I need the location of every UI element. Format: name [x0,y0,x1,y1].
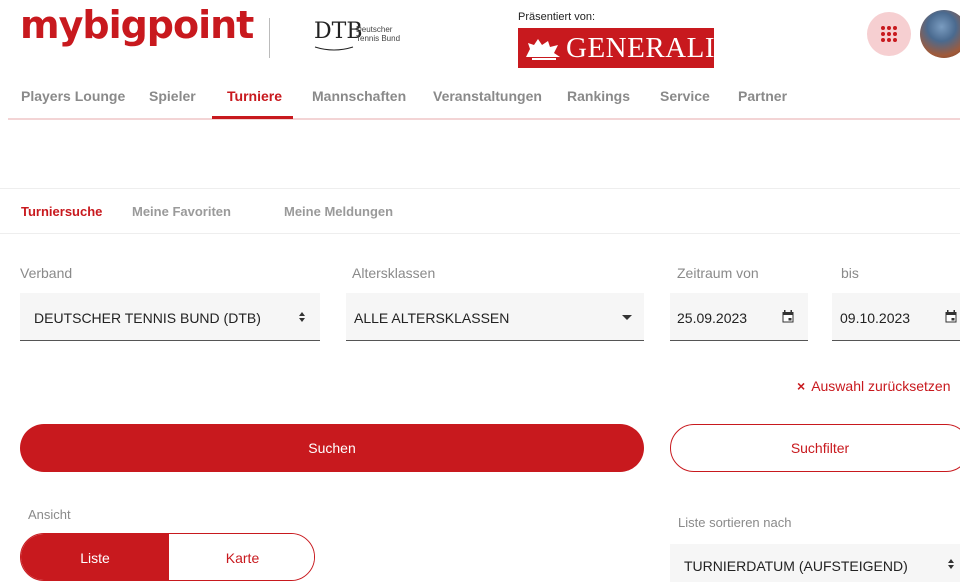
bis-field[interactable]: 09.10.2023 [832,293,960,341]
calendar-icon[interactable] [782,310,794,323]
search-button[interactable]: Suchen [20,424,644,472]
altersklassen-select[interactable]: ALLE ALTERSKLASSEN [346,293,644,341]
nav-divider [8,118,960,120]
bis-value: 09.10.2023 [840,310,911,326]
mybigpoint-logo[interactable]: mybigpoint [20,6,254,44]
zeitraum-von-label: Zeitraum von [677,265,759,281]
dtb-logo[interactable]: DTB Deutscher Tennis Bund [314,21,424,51]
dtb-text: Deutscher Tennis Bund [356,25,401,43]
zeitraum-von-value: 25.09.2023 [677,310,748,326]
site-header: mybigpoint DTB Deutscher Tennis Bund Prä… [0,0,960,120]
close-icon: × [797,378,806,394]
altersklassen-label: Altersklassen [352,265,436,281]
nav-item-partner[interactable]: Partner [738,88,787,104]
altersklassen-value: ALLE ALTERSKLASSEN [354,310,510,326]
nav-item-veranstaltungen[interactable]: Veranstaltungen [433,88,542,104]
tab-turniersuche[interactable]: Turniersuche [21,204,102,219]
tab-meine-meldungen[interactable]: Meine Meldungen [284,204,393,219]
sort-value: TURNIERDATUM (AUFSTEIGEND) [684,558,908,574]
bis-label: bis [841,265,859,281]
apps-menu-button[interactable] [867,12,911,56]
generali-logo[interactable]: GENERALI [518,28,714,68]
verband-select[interactable]: DEUTSCHER TENNIS BUND (DTB) [20,293,320,341]
generali-wordmark: GENERALI [566,32,715,64]
sort-select[interactable]: TURNIERDATUM (AUFSTEIGEND) [670,544,960,582]
ansicht-label: Ansicht [28,507,71,522]
view-option-karte[interactable]: Karte [169,534,314,580]
view-toggle: Liste Karte [20,533,315,581]
user-avatar[interactable] [920,10,960,58]
nav-item-mannschaften[interactable]: Mannschaften [312,88,406,104]
verband-label: Verband [20,265,73,281]
zeitraum-von-field[interactable]: 25.09.2023 [670,293,808,341]
nav-item-service[interactable]: Service [660,88,710,104]
main-nav: Players Lounge Spieler Turniere Mannscha… [0,80,960,120]
presented-by-label: Präsentiert von: [518,11,596,23]
nav-item-turniere[interactable]: Turniere [227,88,282,104]
nav-active-indicator [212,116,293,119]
apps-grid-icon [881,26,897,42]
dtb-swoosh-icon [314,46,354,51]
nav-item-spieler[interactable]: Spieler [149,88,196,104]
search-filter-button[interactable]: Suchfilter [670,424,960,472]
calendar-icon[interactable] [945,310,957,323]
nav-item-rankings[interactable]: Rankings [567,88,630,104]
reset-selection-label: Auswahl zurücksetzen [811,378,951,394]
verband-value: DEUTSCHER TENNIS BUND (DTB) [34,310,261,326]
sort-updown-icon [948,559,954,569]
tournament-subtabs: Turniersuche Meine Favoriten Meine Meldu… [0,188,960,234]
tab-meine-favoriten[interactable]: Meine Favoriten [132,204,231,219]
nav-item-players-lounge[interactable]: Players Lounge [21,88,125,104]
generali-lion-icon [526,39,560,60]
sort-updown-icon [299,312,305,322]
sort-label: Liste sortieren nach [678,515,792,530]
chevron-down-icon [622,315,632,320]
view-option-liste[interactable]: Liste [21,534,169,580]
reset-selection-link[interactable]: × Auswahl zurücksetzen [797,378,950,394]
logo-divider [269,18,270,58]
